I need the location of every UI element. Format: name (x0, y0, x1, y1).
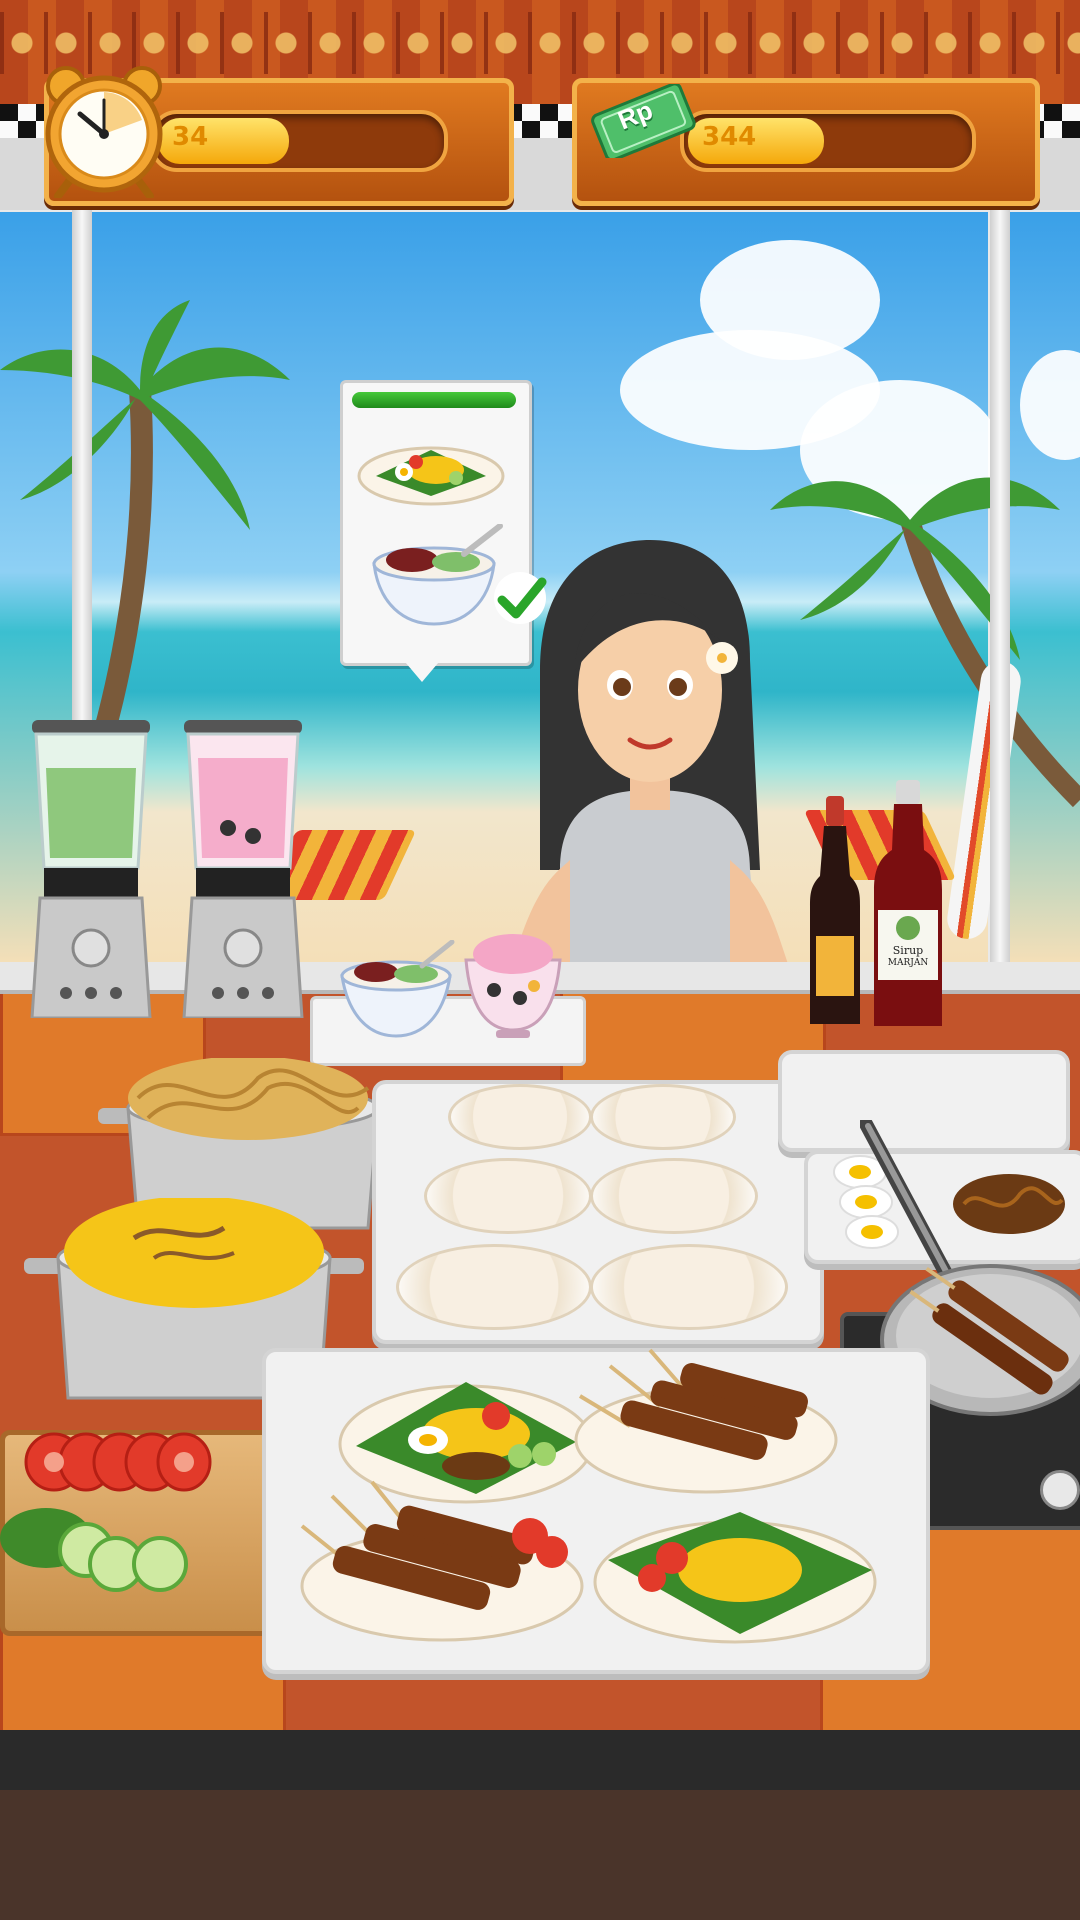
empty-plate[interactable] (424, 1158, 592, 1234)
timer-value: 34 (172, 122, 209, 152)
empty-plate[interactable] (590, 1158, 758, 1234)
syrup-label-brand: MARJAN (887, 958, 929, 968)
syrup-bottle[interactable]: Sirup MARJAN (872, 780, 944, 1026)
cucumber-slices[interactable] (0, 1500, 200, 1600)
timer-bar: 34 (150, 110, 448, 172)
es-cendol-bowl[interactable] (336, 939, 456, 1040)
es-cendol-bowl-icon (364, 523, 504, 630)
money-value: 344 (702, 122, 757, 152)
syrup-label-name: Sirup (892, 944, 924, 957)
kecap-soy-sauce-bottle[interactable] (808, 796, 862, 1024)
order-bubble-tail (400, 656, 444, 682)
checkmark-icon (490, 568, 550, 628)
palm-tree-right (770, 477, 1080, 808)
empty-plate[interactable] (396, 1244, 592, 1330)
patience-bar (352, 392, 516, 408)
stove-knob[interactable] (1040, 1470, 1080, 1510)
window-mullion (990, 210, 1010, 970)
nasi-kuning-plate[interactable] (590, 1500, 880, 1650)
sate-plate[interactable] (292, 1476, 592, 1644)
sate-plate[interactable] (540, 1336, 840, 1496)
empty-plate[interactable] (590, 1084, 736, 1150)
empty-plate[interactable] (448, 1084, 592, 1150)
money-bar: 344 (680, 110, 976, 172)
alarm-clock-icon (40, 62, 168, 200)
es-campur-glass[interactable] (460, 930, 566, 1040)
blender-es-campur[interactable] (178, 718, 308, 1020)
empty-plate[interactable] (590, 1244, 788, 1330)
tomato-slices[interactable] (24, 1428, 214, 1494)
nasi-kuning-plate-icon (356, 436, 506, 508)
blender-cendol[interactable] (26, 718, 156, 1020)
rupiah-banknote-icon: Rp (588, 82, 698, 162)
floor-wood (0, 1790, 1080, 1920)
